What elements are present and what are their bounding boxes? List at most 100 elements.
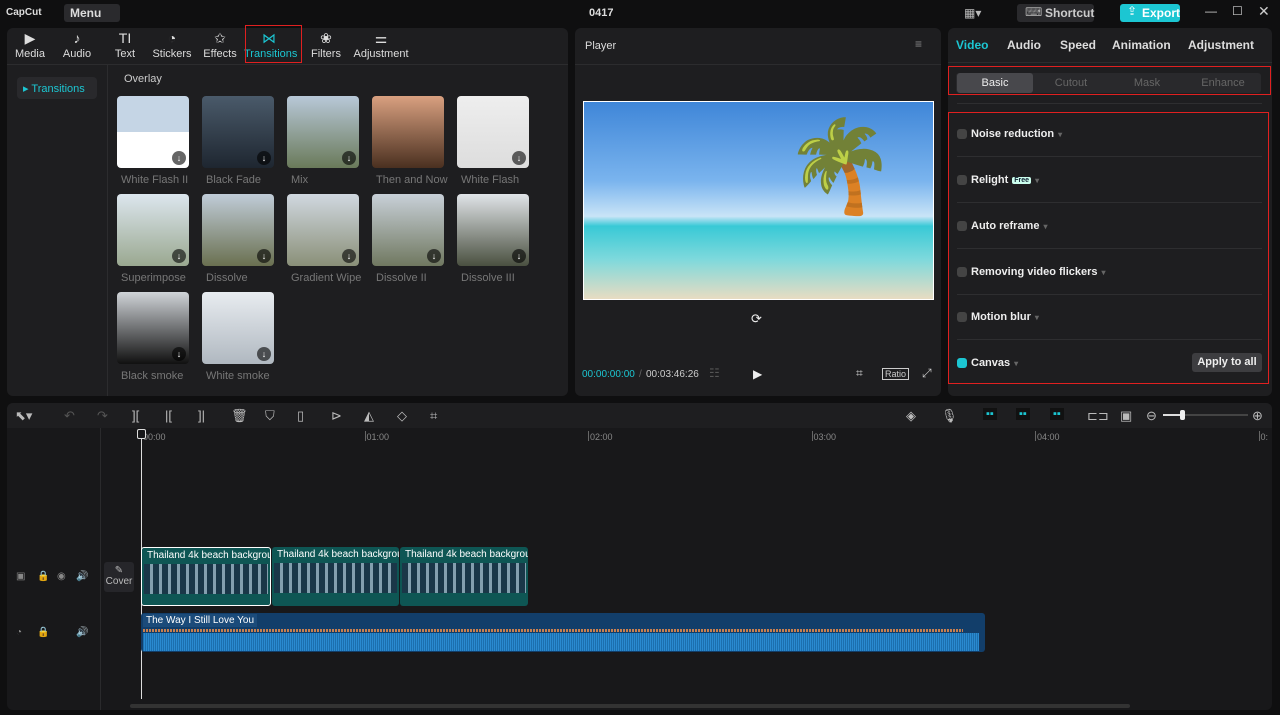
video-clip[interactable]: Thailand 4k beach backgrou <box>141 547 271 606</box>
cover-button[interactable]: ✎ Cover <box>104 562 134 592</box>
download-icon[interactable]: ↓ <box>257 347 271 361</box>
fit-icon[interactable]: ⌗ <box>856 366 863 381</box>
download-icon[interactable]: ↓ <box>257 151 271 165</box>
toolbar-media[interactable]: ▶ Media <box>5 30 55 60</box>
tab-speed[interactable]: Speed <box>1060 38 1096 52</box>
video-clip[interactable]: Thailand 4k beach backgrou <box>272 547 399 606</box>
audio-clip[interactable]: The Way I Still Love You <box>141 613 985 652</box>
close-icon[interactable]: ✕ <box>1258 3 1270 20</box>
preview-axis-icon[interactable]: ▣ <box>1120 408 1132 424</box>
apply-to-all-button[interactable]: Apply to all <box>1192 353 1262 372</box>
split-icon[interactable]: ][ <box>132 408 139 423</box>
rotate-clip-icon[interactable]: ◇ <box>397 408 407 424</box>
chevron-down-icon[interactable]: ▾ <box>1058 130 1062 139</box>
download-icon[interactable]: ↓ <box>172 347 186 361</box>
mirror-icon[interactable]: ◭ <box>364 408 374 424</box>
option-label: Removing video flickers <box>971 266 1098 278</box>
reverse-icon[interactable]: ⊳ <box>331 408 342 424</box>
toolbar-audio[interactable]: ♪ Audio <box>52 30 102 60</box>
option-checkbox[interactable] <box>957 221 967 231</box>
sidebar-item-transitions[interactable]: ▸ Transitions <box>17 77 97 99</box>
stickers-icon: ◔ <box>167 30 177 46</box>
download-icon[interactable]: ↓ <box>257 249 271 263</box>
tab-video[interactable]: Video <box>956 38 988 52</box>
ai-keyframe-icon[interactable]: ◈ <box>906 408 916 424</box>
option-checkbox[interactable] <box>957 312 967 322</box>
play-button[interactable]: ▶ <box>753 367 762 381</box>
chevron-down-icon[interactable]: ▾ <box>1102 268 1106 277</box>
transition-thumbnail[interactable] <box>372 96 444 168</box>
microphone-icon[interactable]: 🎙 <box>941 408 958 424</box>
download-icon[interactable]: ↓ <box>342 151 356 165</box>
toolbar-stickers[interactable]: ◔ Stickers <box>147 30 197 60</box>
chevron-down-icon[interactable]: ▾ <box>1043 222 1047 231</box>
lock-icon[interactable]: 🔒 <box>37 571 49 582</box>
player-menu-icon[interactable]: ≡ <box>915 37 922 51</box>
transition-thumbnail[interactable]: ↓ <box>117 96 189 168</box>
tab-animation[interactable]: Animation <box>1112 38 1171 52</box>
marker-icon[interactable]: ⛉ <box>265 408 275 424</box>
chevron-down-icon[interactable]: ▾ <box>1035 176 1039 185</box>
transition-thumbnail[interactable]: ↓ <box>202 96 274 168</box>
mute-icon[interactable]: 🔊 <box>76 571 88 582</box>
tab-audio[interactable]: Audio <box>1007 38 1041 52</box>
download-icon[interactable]: ↓ <box>512 249 526 263</box>
transition-thumbnail[interactable]: ↓ <box>202 194 274 266</box>
toolbar-text[interactable]: TI Text <box>100 30 150 60</box>
zoom-out-icon[interactable]: ⊖ <box>1146 408 1157 424</box>
magnet-icon[interactable]: ▪▪ <box>1016 408 1030 420</box>
toolbar-filters[interactable]: ❀ Filters <box>301 30 351 60</box>
split-preview-icon[interactable]: ⊏⊐ <box>1087 408 1109 424</box>
minimize-icon[interactable]: — <box>1205 4 1217 18</box>
undo-icon[interactable]: ↶ <box>64 408 75 424</box>
layout-icon[interactable]: ▦▾ <box>964 6 981 20</box>
tab-adjustment[interactable]: Adjustment <box>1188 38 1254 52</box>
transition-thumbnail[interactable]: ↓ <box>287 194 359 266</box>
video-preview[interactable]: 🌴 <box>583 101 934 300</box>
ratio-button[interactable]: Ratio <box>882 368 910 380</box>
chevron-down-icon[interactable]: ▾ <box>1035 313 1039 322</box>
timeline-scrollbar[interactable] <box>130 704 1130 708</box>
linkage-icon[interactable]: ▪▪ <box>1050 408 1064 420</box>
split-left-icon[interactable]: |[ <box>165 408 172 423</box>
option-checkbox[interactable] <box>957 175 967 185</box>
crop-icon[interactable]: ⌗ <box>430 408 437 424</box>
freeze-icon[interactable]: ▯ <box>297 408 304 424</box>
transition-thumbnail[interactable]: ↓ <box>457 96 529 168</box>
link-main-track-icon[interactable]: ▪▪ <box>983 408 997 420</box>
zoom-slider[interactable] <box>1163 410 1248 420</box>
option-checkbox[interactable] <box>957 358 967 368</box>
lock-icon[interactable]: 🔒 <box>37 627 49 638</box>
grid-icon[interactable]: ☷ <box>709 366 720 380</box>
mute-icon[interactable]: 🔊 <box>76 627 88 638</box>
toolbar-effects[interactable]: ✩ Effects <box>195 30 245 60</box>
redo-icon[interactable]: ↷ <box>97 408 108 424</box>
chevron-down-icon[interactable]: ▾ <box>1014 359 1018 368</box>
option-checkbox[interactable] <box>957 129 967 139</box>
download-icon[interactable]: ↓ <box>172 151 186 165</box>
transition-thumbnail[interactable]: ↓ <box>202 292 274 364</box>
transition-thumbnail[interactable]: ↓ <box>372 194 444 266</box>
zoom-slider-handle[interactable] <box>1180 410 1185 420</box>
rotate-icon[interactable]: ⟳ <box>751 311 762 327</box>
download-icon[interactable]: ↓ <box>342 249 356 263</box>
delete-icon[interactable]: 🗑 <box>231 408 248 424</box>
video-clip[interactable]: Thailand 4k beach backgrou <box>400 547 528 606</box>
maximize-icon[interactable]: ☐ <box>1232 4 1243 18</box>
split-right-icon[interactable]: ]| <box>198 408 205 423</box>
menu-button[interactable]: Menu <box>64 4 120 22</box>
option-checkbox[interactable] <box>957 267 967 277</box>
download-icon[interactable]: ↓ <box>427 249 441 263</box>
eye-icon[interactable]: ◉ <box>57 571 66 582</box>
toolbar-adjustment[interactable]: ⚌ Adjustment <box>353 30 409 60</box>
playhead-handle[interactable] <box>137 429 146 439</box>
select-tool-icon[interactable]: ⬉▾ <box>15 408 32 424</box>
download-icon[interactable]: ↓ <box>172 249 186 263</box>
transition-thumbnail[interactable]: ↓ <box>117 194 189 266</box>
download-icon[interactable]: ↓ <box>512 151 526 165</box>
transition-thumbnail[interactable]: ↓ <box>457 194 529 266</box>
transition-thumbnail[interactable]: ↓ <box>287 96 359 168</box>
zoom-in-icon[interactable]: ⊕ <box>1252 408 1263 424</box>
transition-thumbnail[interactable]: ↓ <box>117 292 189 364</box>
fullscreen-icon[interactable]: ⤢ <box>922 366 932 381</box>
